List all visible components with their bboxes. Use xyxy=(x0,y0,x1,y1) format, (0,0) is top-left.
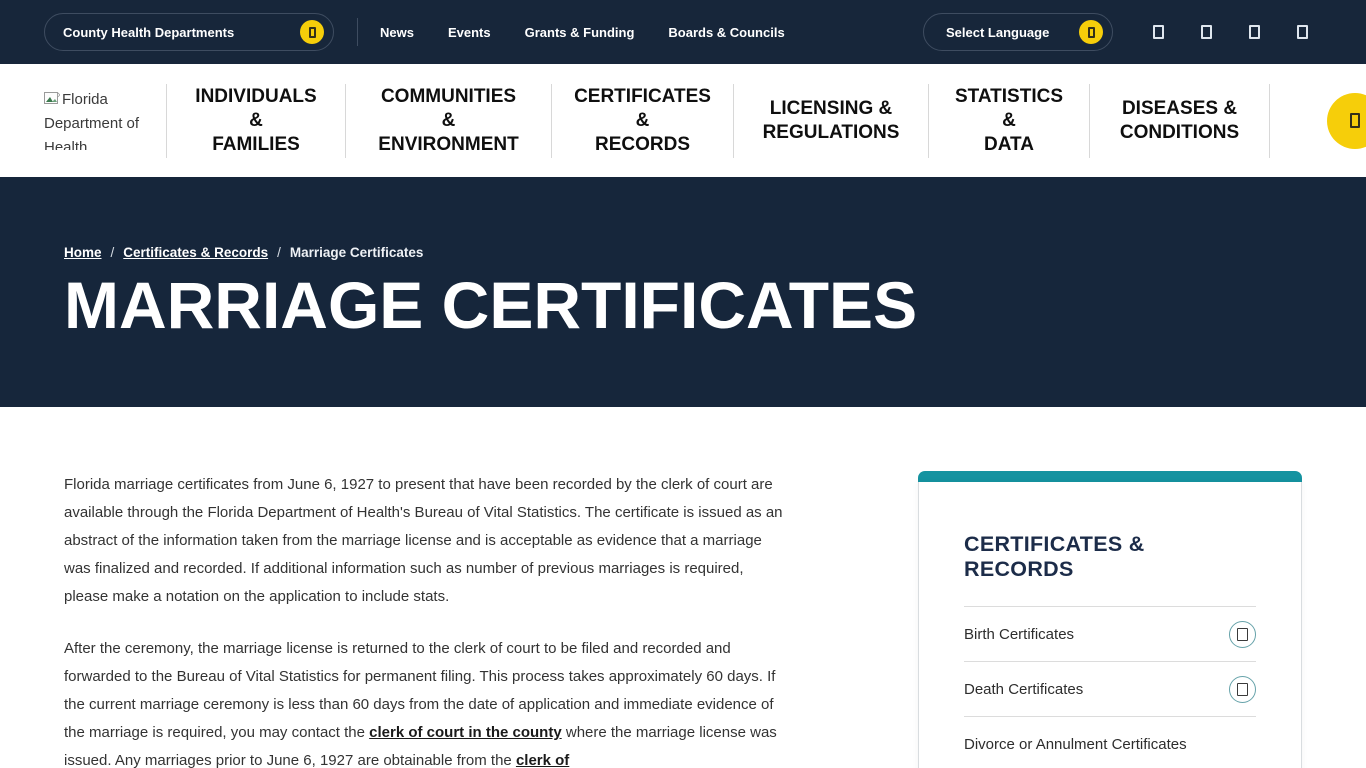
nav-item-label: CERTIFICATES & RECORDS xyxy=(574,85,711,157)
breadcrumb-certificates-records-link[interactable]: Certificates & Records xyxy=(123,245,268,260)
utility-topbar: County Health Departments News Events Gr… xyxy=(0,0,1366,64)
paragraph-2: After the ceremony, the marriage license… xyxy=(64,635,791,768)
breadcrumb-separator: / xyxy=(111,245,115,260)
nav-item-label: LICENSING & REGULATIONS xyxy=(763,97,900,145)
placeholder-glyph-icon xyxy=(309,27,316,38)
sidebar-card: CERTIFICATES & RECORDS Birth Certificate… xyxy=(918,482,1302,768)
placeholder-glyph-icon xyxy=(1237,628,1248,641)
sidebar-item-death-certificates[interactable]: Death Certificates xyxy=(964,661,1256,716)
language-button-label: Select Language xyxy=(946,25,1049,40)
breadcrumb-current: Marriage Certificates xyxy=(290,245,424,260)
social-icon-2[interactable] xyxy=(1201,25,1212,39)
nav-item-statistics-data[interactable]: STATISTICS & DATA xyxy=(929,64,1089,177)
sidebar-item-label: Divorce or Annulment Certificates xyxy=(964,736,1187,753)
topbar-links: News Events Grants & Funding Boards & Co… xyxy=(380,25,785,40)
paragraph-1-text: Florida marriage certificates from June … xyxy=(64,476,783,605)
topbar-link-grants-funding[interactable]: Grants & Funding xyxy=(525,25,635,40)
breadcrumb-home-link[interactable]: Home xyxy=(64,245,102,260)
expand-icon[interactable] xyxy=(1229,676,1256,703)
nav-item-label: DISEASES & CONDITIONS xyxy=(1120,97,1239,145)
clerk-of-court-county-link[interactable]: clerk of court in the county xyxy=(369,724,562,741)
article-body: Florida marriage certificates from June … xyxy=(64,471,791,768)
search-button[interactable] xyxy=(1327,93,1366,149)
search-icon xyxy=(1350,113,1360,128)
nav-item-licensing-regulations[interactable]: LICENSING & REGULATIONS xyxy=(734,64,928,177)
nav-item-label: INDIVIDUALS & FAMILIES xyxy=(195,85,316,157)
sidebar-heading: CERTIFICATES & RECORDS xyxy=(964,532,1256,582)
broken-image-icon xyxy=(44,92,60,106)
breadcrumb-separator: / xyxy=(277,245,281,260)
certificates-records-sidebar: CERTIFICATES & RECORDS Birth Certificate… xyxy=(918,471,1302,768)
topbar-link-events[interactable]: Events xyxy=(448,25,491,40)
sidebar-item-label: Birth Certificates xyxy=(964,626,1074,643)
sidebar-item-birth-certificates[interactable]: Birth Certificates xyxy=(964,606,1256,661)
nav-divider xyxy=(1269,84,1270,158)
nav-item-communities-environment[interactable]: COMMUNITIES & ENVIRONMENT xyxy=(346,64,551,177)
social-icon-1[interactable] xyxy=(1153,25,1164,39)
nav-item-label: STATISTICS & DATA xyxy=(955,85,1063,157)
topbar-link-boards-councils[interactable]: Boards & Councils xyxy=(668,25,784,40)
nav-item-diseases-conditions[interactable]: DISEASES & CONDITIONS xyxy=(1090,64,1269,177)
select-language-button[interactable]: Select Language xyxy=(923,13,1113,51)
paragraph-1: Florida marriage certificates from June … xyxy=(64,471,791,611)
topbar-link-news[interactable]: News xyxy=(380,25,414,40)
topbar-divider xyxy=(357,18,358,46)
breadcrumb: Home / Certificates & Records / Marriage… xyxy=(64,245,1302,260)
placeholder-glyph-icon xyxy=(1088,27,1095,38)
chevron-down-icon xyxy=(300,20,324,44)
nav-item-label: COMMUNITIES & ENVIRONMENT xyxy=(378,85,518,157)
page-title: MARRIAGE CERTIFICATES xyxy=(64,272,1302,338)
sidebar-item-label: Death Certificates xyxy=(964,681,1083,698)
main-navigation: Florida Department of Health INDIVIDUALS… xyxy=(0,64,1366,177)
clerk-of-link[interactable]: clerk of xyxy=(516,752,569,768)
page-content: Florida marriage certificates from June … xyxy=(0,407,1366,768)
social-icon-4[interactable] xyxy=(1297,25,1308,39)
globe-icon xyxy=(1079,20,1103,44)
nav-item-certificates-records[interactable]: CERTIFICATES & RECORDS xyxy=(552,64,733,177)
hero-banner: Home / Certificates & Records / Marriage… xyxy=(0,177,1366,407)
sidebar-accent-bar xyxy=(918,471,1302,482)
county-button-label: County Health Departments xyxy=(63,25,234,40)
sidebar-item-divorce-annulment-certificates[interactable]: Divorce or Annulment Certificates xyxy=(964,716,1256,768)
social-icon-3[interactable] xyxy=(1249,25,1260,39)
expand-icon[interactable] xyxy=(1229,621,1256,648)
placeholder-glyph-icon xyxy=(1237,683,1248,696)
nav-item-individuals-families[interactable]: INDIVIDUALS & FAMILIES xyxy=(167,64,345,177)
county-health-departments-button[interactable]: County Health Departments xyxy=(44,13,334,51)
florida-doh-logo[interactable]: Florida Department of Health xyxy=(44,88,166,150)
social-icons-row xyxy=(1113,25,1366,39)
